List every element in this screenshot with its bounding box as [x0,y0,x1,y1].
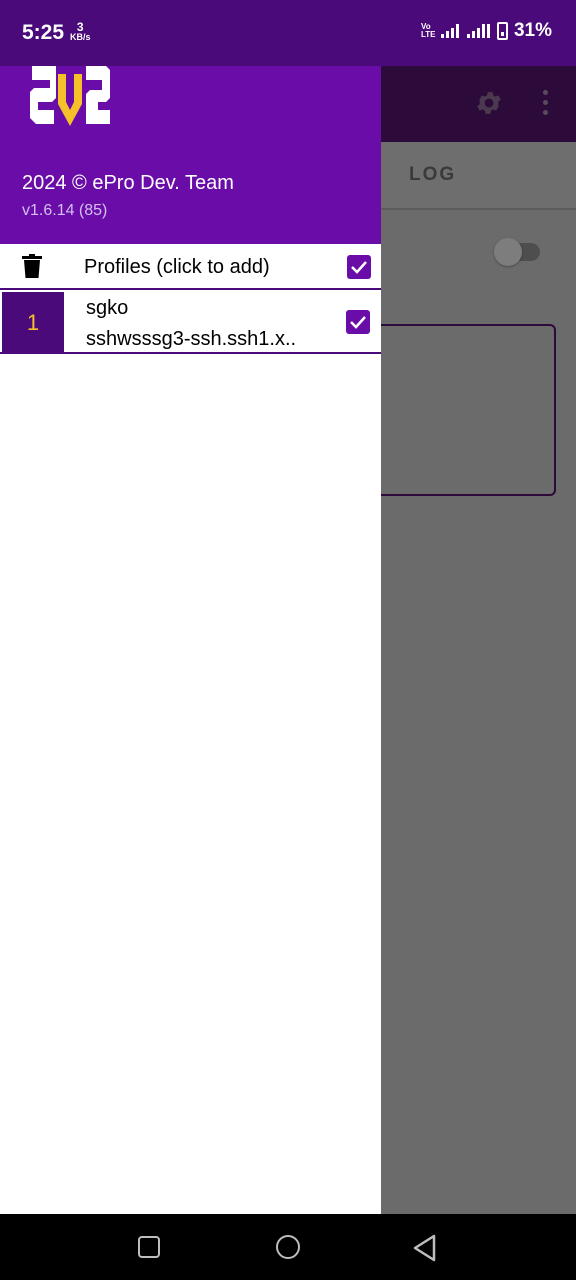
check-icon [350,316,366,329]
status-time: 5:25 [22,21,65,44]
profiles-add-label[interactable]: Profiles (click to add) [84,256,270,279]
profile-host: sshwsssg3-ssh.ssh1.x.. [86,328,297,350]
app-logo [30,66,110,126]
more-options-icon[interactable] [538,90,552,118]
back-icon[interactable] [412,1234,438,1262]
profiles-header[interactable]: Profiles (click to add) [0,244,381,288]
network-speed: 3 KB/s [70,20,91,42]
navigation-drawer: 2024 © ePro Dev. Team v1.6.14 (85) Profi… [0,66,381,1214]
select-all-checkbox[interactable] [347,255,371,279]
profile-checkbox[interactable] [346,310,370,334]
network-speed-unit: KB/s [70,32,91,42]
drawer-header: 2024 © ePro Dev. Team v1.6.14 (85) [0,66,381,244]
battery-percent: 31% [513,20,552,41]
profile-name: sgko [86,297,129,319]
version-text: v1.6.14 (85) [22,202,108,219]
gear-icon[interactable] [474,88,504,118]
profile-list-item[interactable]: 1 sgko sshwsssg3-ssh.ssh1.x.. [0,288,381,354]
signal-lte-icon [466,24,490,38]
status-bar: 5:25 3 KB/s Vo LTE 31% [0,0,576,66]
status-icons: Vo LTE 31% [421,20,552,42]
volte-icon: Vo LTE [420,22,436,39]
recent-apps-icon[interactable] [138,1236,160,1258]
profile-index: 1 [2,292,64,354]
connection-toggle[interactable] [494,238,522,266]
tab-log[interactable]: LOG [409,164,456,186]
signal-icon [440,24,459,38]
home-icon[interactable] [276,1235,300,1259]
trash-icon[interactable] [22,254,42,278]
battery-icon [496,22,508,40]
network-speed-value: 3 [76,20,84,34]
check-icon [351,261,367,274]
copyright-text: 2024 © ePro Dev. Team [22,172,234,194]
